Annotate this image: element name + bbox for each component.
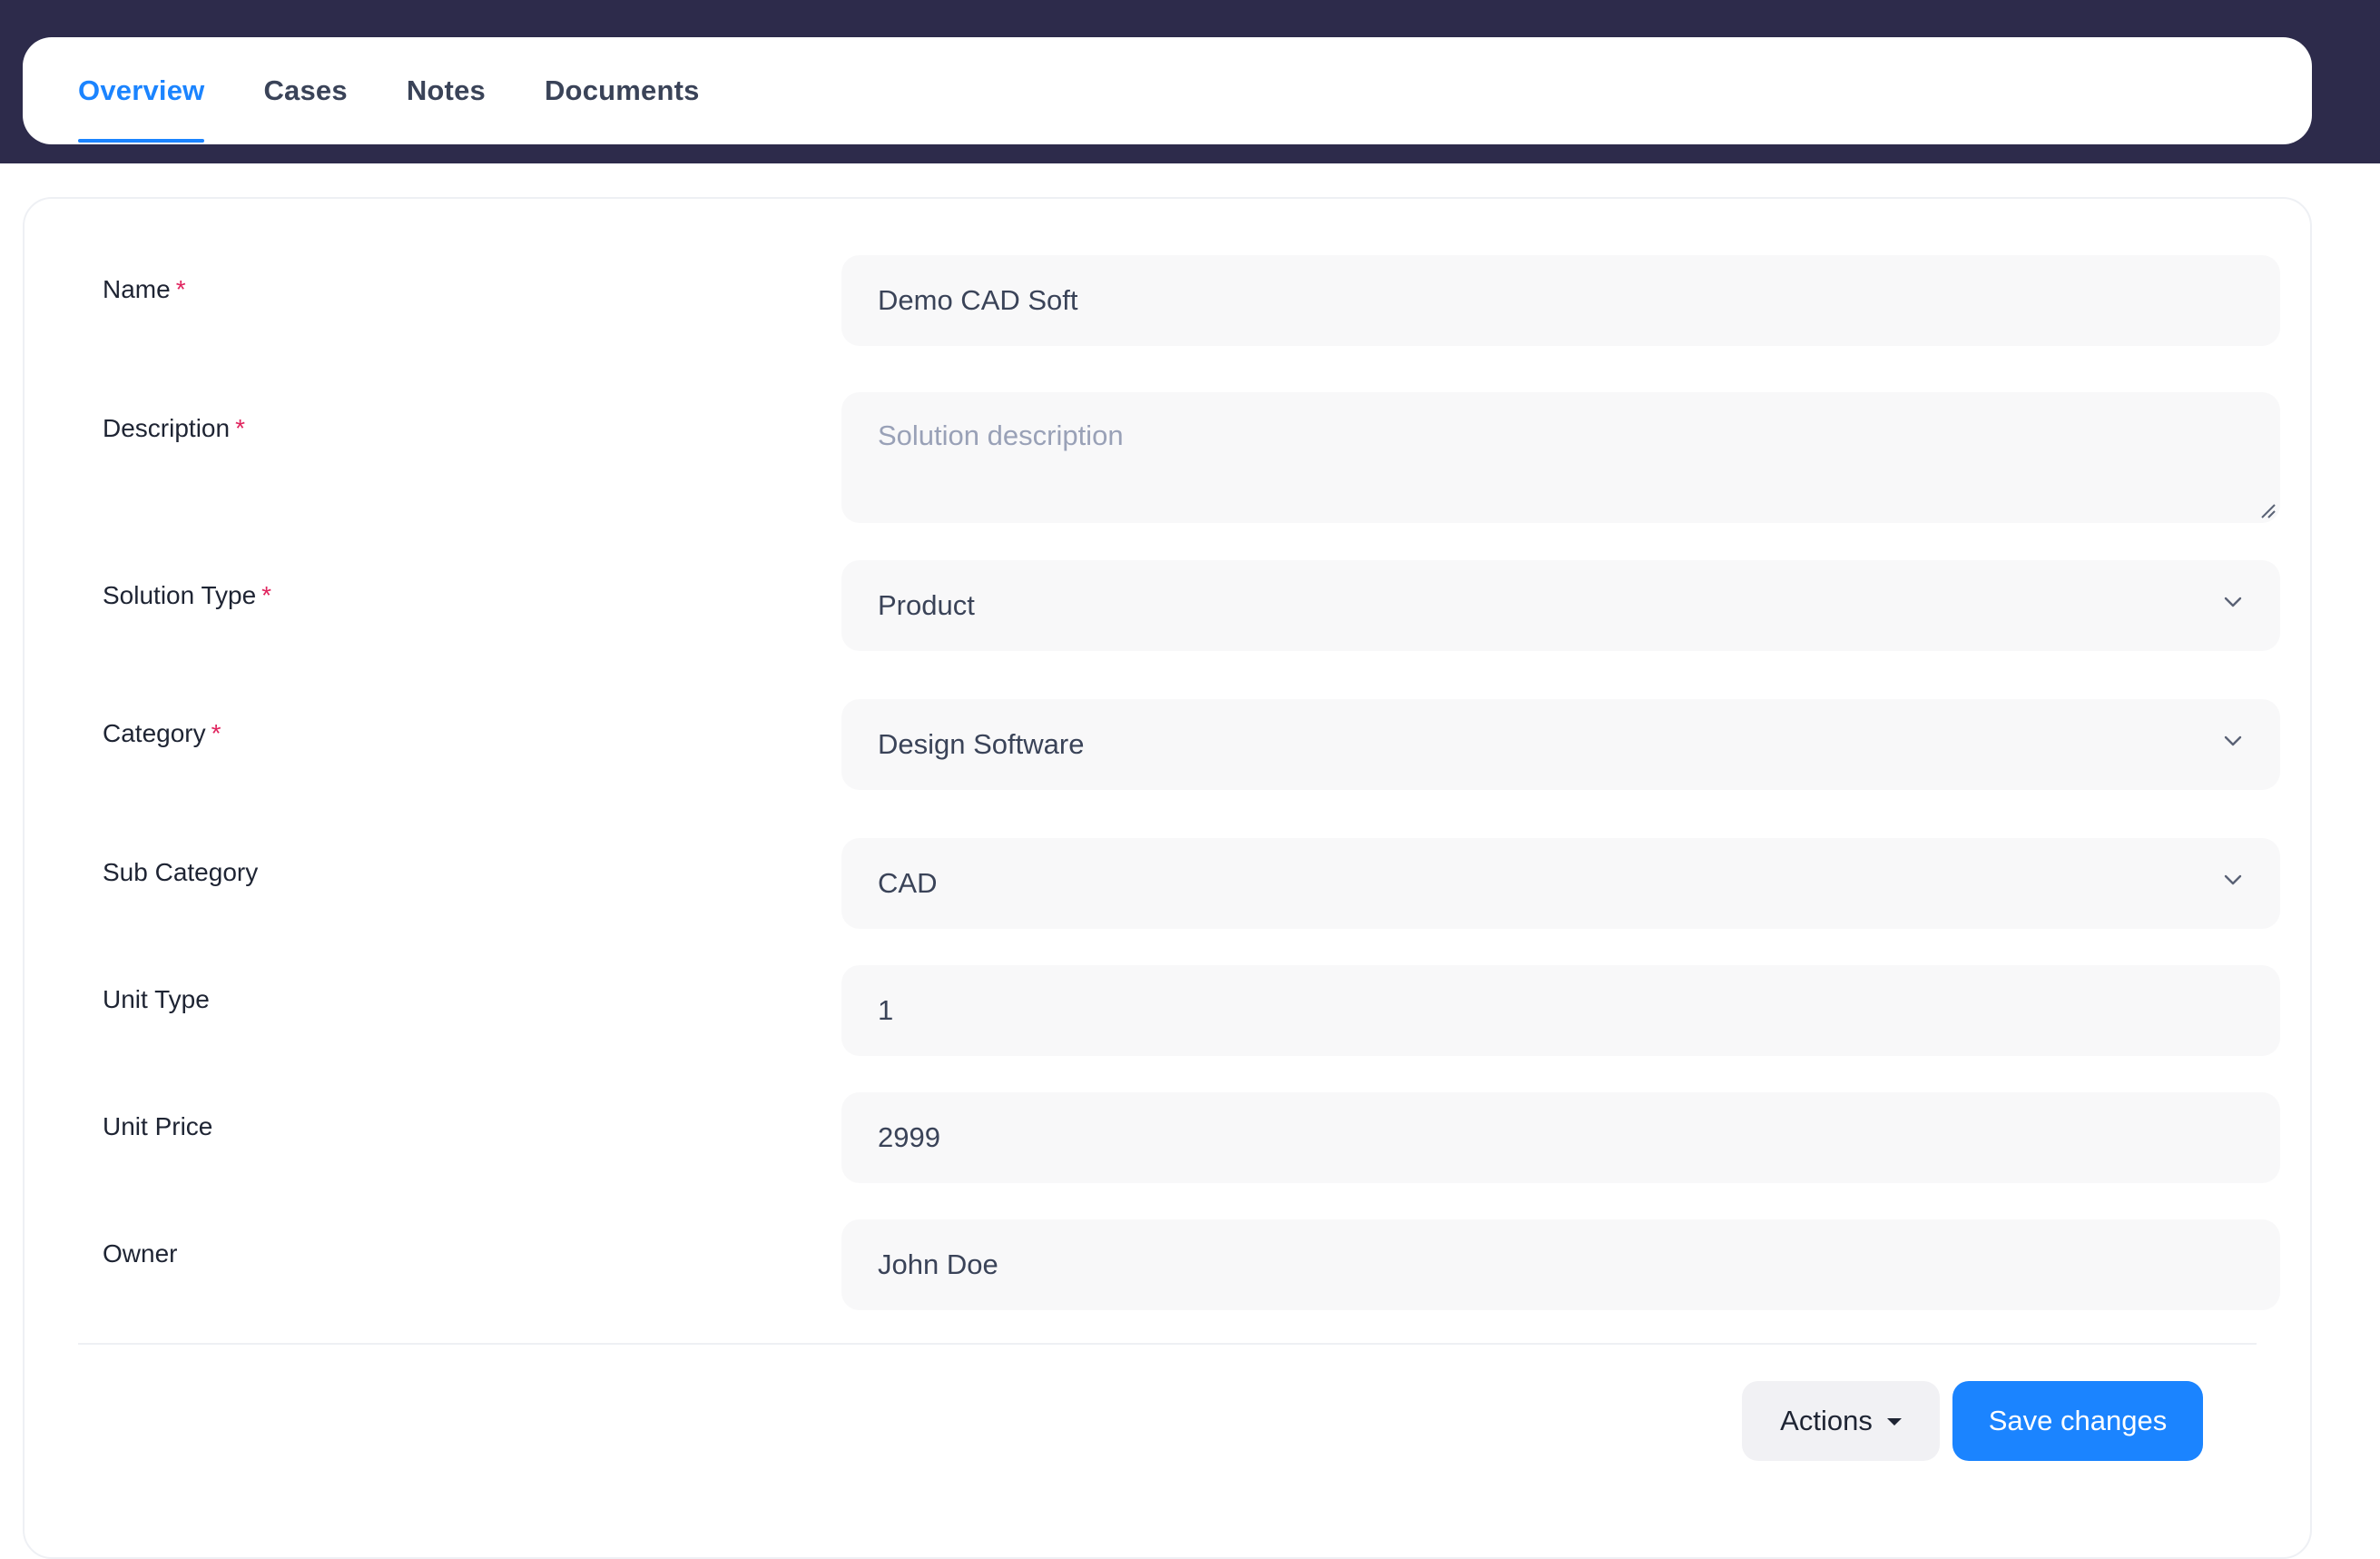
tab-documents[interactable]: Documents — [545, 37, 700, 144]
sub-category-label: Sub Category — [103, 858, 258, 887]
owner-label: Owner — [103, 1239, 177, 1268]
name-input-value: Demo CAD Soft — [878, 284, 1078, 316]
unit-type-input[interactable]: 1 — [841, 965, 2280, 1056]
required-mark: * — [211, 719, 221, 747]
owner-label-text: Owner — [103, 1239, 178, 1268]
description-placeholder: Solution description — [878, 419, 1124, 451]
tab-notes[interactable]: Notes — [407, 37, 486, 144]
description-label-text: Description — [103, 414, 231, 442]
unit-type-label-text: Unit Type — [103, 985, 210, 1013]
chevron-down-icon — [2224, 874, 2242, 885]
save-button-label: Save changes — [1988, 1405, 2168, 1436]
description-label: Description * — [103, 414, 245, 443]
tab-overview[interactable]: Overview — [78, 37, 205, 144]
tab-bar: Overview Cases Notes Documents — [23, 37, 2312, 144]
solution-form: Name * Demo CAD Soft Description * Solutio… — [23, 197, 2312, 1559]
actions-button-label: Actions — [1780, 1405, 1873, 1436]
unit-price-input[interactable]: 2999 — [841, 1092, 2280, 1183]
unit-type-value: 1 — [878, 994, 894, 1026]
caret-down-icon — [1886, 1418, 1902, 1426]
description-textarea[interactable]: Solution description — [841, 392, 2280, 523]
unit-price-label-text: Unit Price — [103, 1112, 213, 1140]
form-footer-divider — [78, 1343, 2257, 1345]
required-mark: * — [175, 275, 186, 303]
unit-price-value: 2999 — [878, 1121, 940, 1153]
category-label-text: Category — [103, 719, 206, 747]
category-value: Design Software — [878, 728, 1085, 760]
category-label: Category * — [103, 719, 221, 748]
required-mark: * — [261, 581, 272, 609]
resize-grip-icon[interactable] — [2257, 499, 2277, 519]
name-label-text: Name — [103, 275, 171, 303]
chevron-down-icon — [2224, 735, 2242, 746]
sub-category-select[interactable]: CAD — [841, 838, 2280, 929]
name-label: Name * — [103, 275, 186, 304]
tab-cases[interactable]: Cases — [263, 37, 347, 144]
category-select[interactable]: Design Software — [841, 699, 2280, 790]
owner-input[interactable]: John Doe — [841, 1219, 2280, 1310]
solution-type-select[interactable]: Product — [841, 560, 2280, 651]
chevron-down-icon — [2224, 597, 2242, 607]
unit-price-label: Unit Price — [103, 1112, 212, 1141]
solution-type-label: Solution Type * — [103, 581, 271, 610]
name-input[interactable]: Demo CAD Soft — [841, 255, 2280, 346]
actions-dropdown-button[interactable]: Actions — [1742, 1381, 1940, 1461]
save-changes-button[interactable]: Save changes — [1952, 1381, 2203, 1461]
sub-category-value: CAD — [878, 867, 938, 899]
required-mark: * — [235, 414, 245, 442]
owner-value: John Doe — [878, 1248, 998, 1280]
solution-type-value: Product — [878, 589, 975, 621]
unit-type-label: Unit Type — [103, 985, 210, 1014]
sub-category-label-text: Sub Category — [103, 858, 259, 886]
solution-type-label-text: Solution Type — [103, 581, 257, 609]
